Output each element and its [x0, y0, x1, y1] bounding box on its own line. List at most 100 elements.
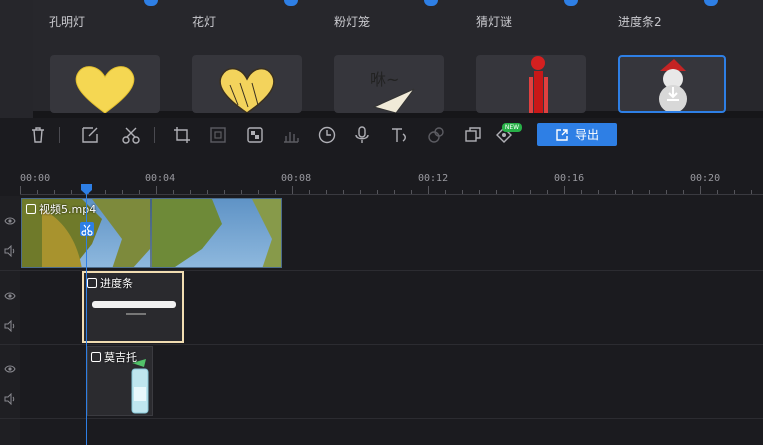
ruler-tick	[462, 190, 463, 194]
sticker-tile-heart-doodle[interactable]	[192, 55, 302, 113]
export-icon	[556, 128, 568, 141]
sticker-label-progress-bar-2[interactable]: 进度条2	[618, 13, 662, 30]
sticker-tile-santa-snowman[interactable]	[618, 55, 726, 113]
ruler-tick	[411, 190, 412, 194]
ruler-tick	[309, 190, 310, 194]
ruler-tick	[139, 190, 140, 194]
ruler-label: 00:12	[418, 173, 449, 184]
crop-icon[interactable]	[173, 126, 191, 144]
ruler-tick	[428, 186, 429, 194]
ruler-tick	[734, 190, 735, 194]
sticker-tile-firecracker[interactable]	[476, 55, 586, 113]
ruler-tick	[71, 190, 72, 194]
sticker-clip-progress-bar[interactable]: 进度条	[82, 271, 184, 343]
ruler-tick	[751, 190, 752, 194]
ruler-tick	[156, 186, 157, 194]
sticker-tile-paper-plane[interactable]: 咻~	[334, 55, 444, 113]
ruler-tick	[173, 190, 174, 194]
ruler-label: 00:20	[690, 173, 721, 184]
ruler-tick	[224, 190, 225, 194]
sticker-clip-icon	[87, 278, 97, 288]
sticker-label-sky-lantern[interactable]: 孔明灯	[49, 13, 85, 30]
video-clip-icon	[26, 204, 36, 214]
eye-icon[interactable]	[4, 360, 16, 373]
ruler-tick	[649, 190, 650, 194]
ruler-label: 00:04	[145, 173, 176, 184]
ruler-tick	[717, 190, 718, 194]
mojito-clip-name: 莫吉托	[104, 351, 137, 364]
ruler-tick	[377, 190, 378, 194]
sticker-clip-icon	[91, 352, 101, 362]
ruler-tick	[360, 190, 361, 194]
download-icon[interactable]	[664, 85, 682, 103]
ruler-tick	[105, 190, 106, 194]
toolbar-divider	[154, 127, 155, 143]
text-to-speech-icon[interactable]	[390, 126, 408, 144]
eye-icon[interactable]	[4, 287, 16, 300]
new-badge: NEW	[502, 123, 522, 132]
ruler-tick	[122, 190, 123, 194]
ruler-tick	[581, 190, 582, 194]
video-clip-name: 视频5.mp4	[39, 203, 97, 216]
sticker-clip-mojito[interactable]: 莫吉托	[87, 346, 153, 416]
microphone-icon[interactable]	[353, 126, 371, 144]
ruler-tick	[530, 190, 531, 194]
ruler-tick	[241, 190, 242, 194]
mojito-clip-title: 莫吉托	[91, 349, 137, 365]
duplicate-icon[interactable]	[464, 126, 482, 144]
yellow-heart-doodle-sticker-icon	[219, 67, 275, 113]
ruler-tick	[37, 190, 38, 194]
export-button[interactable]: 导出	[537, 123, 617, 146]
split-marker[interactable]	[80, 222, 94, 236]
ruler-tick	[258, 190, 259, 194]
ruler-tick	[564, 186, 565, 194]
scissors-icon	[81, 224, 93, 236]
mojito-drink-thumbnail	[131, 359, 149, 414]
speaker-icon[interactable]	[4, 242, 16, 258]
edit-icon[interactable]	[81, 126, 99, 144]
ruler-tick	[683, 190, 684, 194]
ruler-tick	[20, 186, 21, 194]
toolbar-divider	[59, 127, 60, 143]
eye-icon[interactable]	[4, 212, 16, 225]
ruler-tick	[275, 190, 276, 194]
red-firecracker-sticker-icon	[529, 56, 548, 113]
speaker-icon[interactable]	[4, 317, 16, 333]
ruler-tick	[666, 190, 667, 194]
clock-icon[interactable]	[318, 126, 336, 144]
sticker-label-lantern-riddle[interactable]: 猜灯谜	[476, 13, 512, 30]
mosaic-icon[interactable]	[246, 126, 264, 144]
delete-icon[interactable]	[29, 126, 47, 144]
resize-icon[interactable]	[209, 126, 227, 144]
ruler-tick	[207, 190, 208, 194]
ruler-tick	[190, 190, 191, 194]
sticker-panel: 孔明灯 花灯 粉灯笼 猜灯谜 进度条2 咻~	[0, 0, 763, 118]
ruler-tick	[394, 190, 395, 194]
sticker-text: 咻~	[370, 70, 399, 89]
sticker-tile-yellow-heart[interactable]	[50, 55, 160, 113]
export-label: 导出	[574, 128, 599, 142]
sticker-label-pink-lantern[interactable]: 粉灯笼	[334, 13, 370, 30]
audio-bars-icon[interactable]	[282, 126, 300, 144]
ruler-tick	[700, 186, 701, 194]
ruler-tick	[615, 190, 616, 194]
sticker-label-flower-lantern[interactable]: 花灯	[192, 13, 216, 30]
ruler-baseline	[20, 194, 763, 195]
speaker-icon[interactable]	[4, 390, 16, 406]
color-pick-icon[interactable]	[427, 126, 445, 144]
ruler-tick	[343, 190, 344, 194]
video-clip[interactable]: 视频5.mp4	[21, 198, 282, 268]
track-divider	[0, 418, 763, 419]
ruler-tick	[326, 190, 327, 194]
ruler-label: 00:08	[281, 173, 312, 184]
ruler-tick	[54, 190, 55, 194]
progress-clip-name: 进度条	[100, 277, 133, 290]
playhead-line[interactable]	[86, 194, 87, 445]
scissors-icon[interactable]	[122, 126, 140, 144]
ruler-tick	[547, 190, 548, 194]
left-sidebar-strip	[0, 0, 34, 118]
progress-bar-thumbnail	[92, 301, 176, 315]
ruler-tick	[445, 190, 446, 194]
ruler-tick	[513, 190, 514, 194]
progress-clip-title: 进度条	[87, 275, 133, 291]
